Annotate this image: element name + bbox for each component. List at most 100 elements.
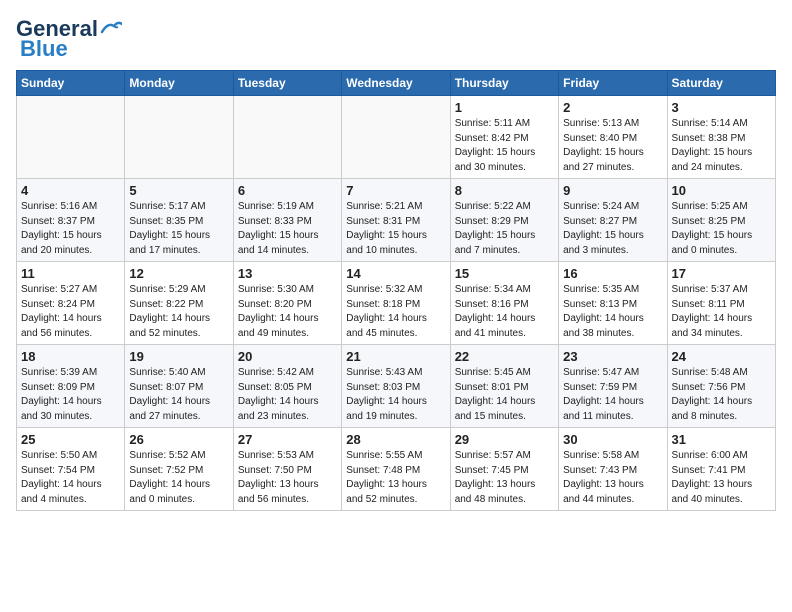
header-wednesday: Wednesday [342,71,450,96]
day-info: Sunrise: 5:55 AM Sunset: 7:48 PM Dayligh… [346,449,445,507]
day-info: Sunrise: 5:16 AM Sunset: 8:37 PM Dayligh… [21,200,120,258]
day-info: Sunrise: 5:17 AM Sunset: 8:35 PM Dayligh… [129,200,228,258]
calendar-cell: 13Sunrise: 5:30 AM Sunset: 8:20 PM Dayli… [233,262,341,345]
day-info: Sunrise: 5:58 AM Sunset: 7:43 PM Dayligh… [563,449,662,507]
day-number: 28 [346,432,445,447]
day-number: 26 [129,432,228,447]
day-number: 19 [129,349,228,364]
day-number: 1 [455,100,554,115]
day-number: 12 [129,266,228,281]
calendar-cell: 19 Sunrise: 5:40 AM Sunset: 8:07 PM Dayli… [125,345,233,428]
logo: General Blue [16,16,122,62]
day-number: 23 [563,349,662,364]
calendar-cell: 29 Sunrise: 5:57 AM Sunset: 7:45 PM Dayli… [450,428,558,511]
day-number: 2 [563,100,662,115]
header-saturday: Saturday [667,71,775,96]
calendar-cell: 14Sunrise: 5:32 AM Sunset: 8:18 PM Dayli… [342,262,450,345]
calendar-cell [342,96,450,179]
day-info: Sunrise: 5:45 AM Sunset: 8:01 PM Dayligh… [455,366,554,424]
day-info: Sunrise: 5:48 AM Sunset: 7:56 PM Dayligh… [672,366,771,424]
header-sunday: Sunday [17,71,125,96]
calendar-cell: 24 Sunrise: 5:48 AM Sunset: 7:56 PM Dayli… [667,345,775,428]
calendar-cell: 12 Sunrise: 5:29 AM Sunset: 8:22 PM Dayli… [125,262,233,345]
day-number: 27 [238,432,337,447]
day-number: 31 [672,432,771,447]
day-info: Sunrise: 5:27 AM Sunset: 8:24 PM Dayligh… [21,283,120,341]
calendar-week-row: 18 Sunrise: 5:39 AM Sunset: 8:09 PM Dayli… [17,345,776,428]
calendar-cell: 15Sunrise: 5:34 AM Sunset: 8:16 PM Dayli… [450,262,558,345]
day-info: Sunrise: 5:11 AM Sunset: 8:42 PM Dayligh… [455,117,554,175]
day-number: 17 [672,266,771,281]
calendar-table: SundayMondayTuesdayWednesdayThursdayFrid… [16,70,776,511]
day-number: 3 [672,100,771,115]
day-info: Sunrise: 5:19 AM Sunset: 8:33 PM Dayligh… [238,200,337,258]
calendar-cell [125,96,233,179]
calendar-cell: 30 Sunrise: 5:58 AM Sunset: 7:43 PM Dayli… [559,428,667,511]
calendar-week-row: 1 Sunrise: 5:11 AM Sunset: 8:42 PM Daylig… [17,96,776,179]
day-number: 9 [563,183,662,198]
day-info: Sunrise: 6:00 AM Sunset: 7:41 PM Dayligh… [672,449,771,507]
day-info: Sunrise: 5:24 AM Sunset: 8:27 PM Dayligh… [563,200,662,258]
day-number: 29 [455,432,554,447]
day-number: 22 [455,349,554,364]
day-number: 14 [346,266,445,281]
day-info: Sunrise: 5:35 AM Sunset: 8:13 PM Dayligh… [563,283,662,341]
day-number: 15 [455,266,554,281]
calendar-cell: 31 Sunrise: 6:00 AM Sunset: 7:41 PM Dayli… [667,428,775,511]
header-thursday: Thursday [450,71,558,96]
day-number: 16 [563,266,662,281]
header-tuesday: Tuesday [233,71,341,96]
day-info: Sunrise: 5:40 AM Sunset: 8:07 PM Dayligh… [129,366,228,424]
calendar-cell: 20 Sunrise: 5:42 AM Sunset: 8:05 PM Dayli… [233,345,341,428]
day-number: 7 [346,183,445,198]
day-info: Sunrise: 5:21 AM Sunset: 8:31 PM Dayligh… [346,200,445,258]
day-info: Sunrise: 5:30 AM Sunset: 8:20 PM Dayligh… [238,283,337,341]
day-number: 4 [21,183,120,198]
day-info: Sunrise: 5:53 AM Sunset: 7:50 PM Dayligh… [238,449,337,507]
calendar-cell: 7 Sunrise: 5:21 AM Sunset: 8:31 PM Daylig… [342,179,450,262]
logo-bird-icon [100,20,122,36]
day-info: Sunrise: 5:22 AM Sunset: 8:29 PM Dayligh… [455,200,554,258]
calendar-cell: 10Sunrise: 5:25 AM Sunset: 8:25 PM Dayli… [667,179,775,262]
day-number: 8 [455,183,554,198]
calendar-cell: 28 Sunrise: 5:55 AM Sunset: 7:48 PM Dayli… [342,428,450,511]
calendar-cell: 17 Sunrise: 5:37 AM Sunset: 8:11 PM Dayli… [667,262,775,345]
day-info: Sunrise: 5:14 AM Sunset: 8:38 PM Dayligh… [672,117,771,175]
calendar-week-row: 11 Sunrise: 5:27 AM Sunset: 8:24 PM Dayli… [17,262,776,345]
day-info: Sunrise: 5:37 AM Sunset: 8:11 PM Dayligh… [672,283,771,341]
calendar-cell: 26 Sunrise: 5:52 AM Sunset: 7:52 PM Dayli… [125,428,233,511]
calendar-cell: 5Sunrise: 5:17 AM Sunset: 8:35 PM Daylig… [125,179,233,262]
day-info: Sunrise: 5:42 AM Sunset: 8:05 PM Dayligh… [238,366,337,424]
calendar-cell: 23 Sunrise: 5:47 AM Sunset: 7:59 PM Dayli… [559,345,667,428]
calendar-cell: 9 Sunrise: 5:24 AM Sunset: 8:27 PM Daylig… [559,179,667,262]
header-monday: Monday [125,71,233,96]
day-number: 20 [238,349,337,364]
calendar-header-row: SundayMondayTuesdayWednesdayThursdayFrid… [17,71,776,96]
day-info: Sunrise: 5:52 AM Sunset: 7:52 PM Dayligh… [129,449,228,507]
day-number: 30 [563,432,662,447]
calendar-cell: 21Sunrise: 5:43 AM Sunset: 8:03 PM Dayli… [342,345,450,428]
day-number: 24 [672,349,771,364]
day-info: Sunrise: 5:25 AM Sunset: 8:25 PM Dayligh… [672,200,771,258]
logo-blue: Blue [20,36,68,62]
page-header: General Blue [16,16,776,62]
calendar-cell: 1 Sunrise: 5:11 AM Sunset: 8:42 PM Daylig… [450,96,558,179]
calendar-cell: 6Sunrise: 5:19 AM Sunset: 8:33 PM Daylig… [233,179,341,262]
day-number: 18 [21,349,120,364]
calendar-cell: 16 Sunrise: 5:35 AM Sunset: 8:13 PM Dayli… [559,262,667,345]
calendar-week-row: 4 Sunrise: 5:16 AM Sunset: 8:37 PM Daylig… [17,179,776,262]
day-info: Sunrise: 5:39 AM Sunset: 8:09 PM Dayligh… [21,366,120,424]
calendar-week-row: 25Sunrise: 5:50 AM Sunset: 7:54 PM Dayli… [17,428,776,511]
calendar-cell [17,96,125,179]
day-number: 25 [21,432,120,447]
day-info: Sunrise: 5:47 AM Sunset: 7:59 PM Dayligh… [563,366,662,424]
day-info: Sunrise: 5:43 AM Sunset: 8:03 PM Dayligh… [346,366,445,424]
calendar-cell: 18 Sunrise: 5:39 AM Sunset: 8:09 PM Dayli… [17,345,125,428]
calendar-cell: 27 Sunrise: 5:53 AM Sunset: 7:50 PM Dayli… [233,428,341,511]
day-info: Sunrise: 5:29 AM Sunset: 8:22 PM Dayligh… [129,283,228,341]
calendar-cell: 4 Sunrise: 5:16 AM Sunset: 8:37 PM Daylig… [17,179,125,262]
day-info: Sunrise: 5:57 AM Sunset: 7:45 PM Dayligh… [455,449,554,507]
calendar-cell: 22 Sunrise: 5:45 AM Sunset: 8:01 PM Dayli… [450,345,558,428]
day-info: Sunrise: 5:13 AM Sunset: 8:40 PM Dayligh… [563,117,662,175]
day-number: 11 [21,266,120,281]
